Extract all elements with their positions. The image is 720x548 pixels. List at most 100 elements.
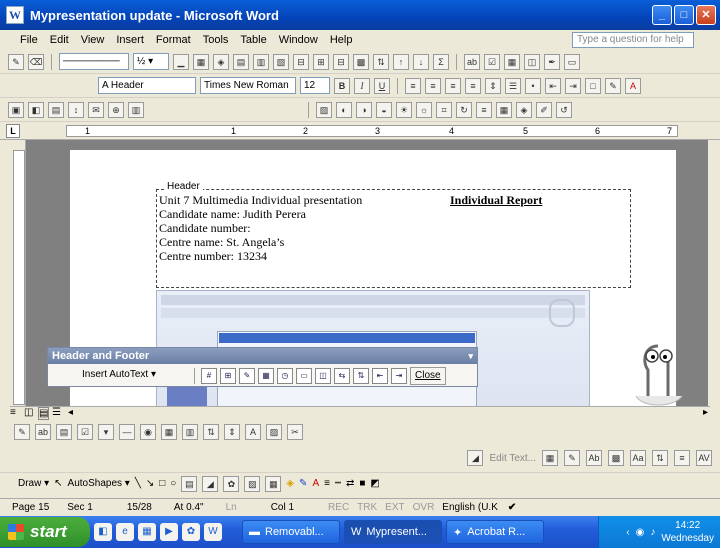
insert-page-number-icon[interactable]: # xyxy=(201,368,217,384)
insert-time-icon[interactable]: ◷ xyxy=(277,368,293,384)
menu-file[interactable]: File xyxy=(20,34,38,46)
wordart-shape-icon[interactable]: Ab xyxy=(586,450,602,466)
shading-icon[interactable]: ◈ xyxy=(213,53,229,70)
minimize-button[interactable]: _ xyxy=(652,5,672,25)
office-assistant-clippy[interactable] xyxy=(628,338,688,408)
border-color-icon[interactable]: ▁ xyxy=(173,53,189,70)
help-question-input[interactable]: Type a question for help xyxy=(572,32,694,48)
align-left-icon[interactable]: ≡ xyxy=(405,77,421,94)
form-properties-icon[interactable]: ▤ xyxy=(56,424,72,440)
line-style-draw-icon[interactable]: ≡ xyxy=(324,478,330,489)
menu-window[interactable]: Window xyxy=(279,34,318,46)
decrease-indent-icon[interactable]: ⇤ xyxy=(545,77,561,94)
list-box-icon[interactable]: ▦ xyxy=(161,424,177,440)
quicklaunch-ie-icon[interactable]: e xyxy=(116,523,134,541)
document-map-icon[interactable]: ◧ xyxy=(28,101,44,118)
task-removable-disk[interactable]: ▬ Removabl... xyxy=(242,520,340,544)
review-icon[interactable]: ▤ xyxy=(48,101,64,118)
image-icon[interactable]: ▨ xyxy=(266,424,282,440)
outside-border-icon[interactable]: □ xyxy=(585,77,601,94)
fill-color-icon[interactable]: ◈ xyxy=(286,478,294,489)
color-icon[interactable]: ◐ xyxy=(336,101,352,118)
style-select[interactable]: A Header xyxy=(98,77,196,94)
same-letter-heights-icon[interactable]: Aa xyxy=(630,450,646,466)
spelling-status-icon[interactable]: ✔ xyxy=(498,502,516,513)
font-color-icon[interactable]: A xyxy=(625,77,641,94)
status-rec[interactable]: REC xyxy=(294,502,349,513)
underline-button[interactable]: U xyxy=(374,77,390,94)
arrow-style-icon[interactable]: ⇄ xyxy=(346,478,354,489)
font-select[interactable]: Times New Roman xyxy=(200,77,296,94)
distribute-rows-icon[interactable]: ⊞ xyxy=(313,53,329,70)
format-wordart-icon[interactable]: ✎ xyxy=(564,450,580,466)
more-controls-icon[interactable]: ✂ xyxy=(287,424,303,440)
mail-merge-icon[interactable]: ✉ xyxy=(88,101,104,118)
set-transparent-icon[interactable]: ✐ xyxy=(536,101,552,118)
insert-date-icon[interactable]: ▦ xyxy=(258,368,274,384)
scroll-left-icon[interactable]: ◂ xyxy=(68,407,73,418)
3d-icon[interactable]: ◩ xyxy=(370,478,379,489)
edit-text-button[interactable]: Edit Text... xyxy=(489,453,536,464)
character-spacing-icon[interactable]: AV xyxy=(696,450,712,466)
highlight-icon[interactable]: ✎ xyxy=(605,77,621,94)
bold-button[interactable]: B xyxy=(334,77,350,94)
justify-icon[interactable]: ≡ xyxy=(465,77,481,94)
database-icon[interactable]: ▥ xyxy=(128,101,144,118)
arrow-icon[interactable]: ↘ xyxy=(146,478,154,489)
close-header-footer-button[interactable]: Close xyxy=(410,367,446,385)
task-acrobat-reader[interactable]: ✦ Acrobat R... xyxy=(446,520,544,544)
line-spacing-icon[interactable]: ⇕ xyxy=(485,77,501,94)
menu-edit[interactable]: Edit xyxy=(50,34,69,46)
more-contrast-icon[interactable]: ◑ xyxy=(356,101,372,118)
switch-header-footer-icon[interactable]: ⇅ xyxy=(353,368,369,384)
sort-descending-icon[interactable]: ↓ xyxy=(413,53,429,70)
format-picture-icon[interactable]: ◈ xyxy=(516,101,532,118)
header-footer-title[interactable]: Header and Footer ▾ xyxy=(48,348,477,364)
alignment-icon[interactable]: ≡ xyxy=(674,450,690,466)
vertical-text-icon[interactable]: ⇅ xyxy=(652,450,668,466)
text-wrapping-icon[interactable]: ▦ xyxy=(496,101,512,118)
menu-tools[interactable]: Tools xyxy=(203,34,229,46)
menu-format[interactable]: Format xyxy=(156,34,191,46)
increase-indent-icon[interactable]: ⇥ xyxy=(565,77,581,94)
drop-down-form-icon[interactable]: ▾ xyxy=(98,424,114,440)
checkbox-form-icon[interactable]: ☑ xyxy=(77,424,93,440)
menu-view[interactable]: View xyxy=(81,34,105,46)
tray-volume-icon[interactable]: ♪ xyxy=(650,527,655,538)
page-setup-icon[interactable]: ▭ xyxy=(296,368,312,384)
distribute-columns-icon[interactable]: ⊟ xyxy=(333,53,349,70)
label-icon[interactable]: A xyxy=(245,424,261,440)
insert-picture-icon[interactable]: ▨ xyxy=(316,101,332,118)
tray-network-icon[interactable]: ◉ xyxy=(636,527,645,538)
show-next-icon[interactable]: ⇥ xyxy=(391,368,407,384)
format-page-number-icon[interactable]: ✎ xyxy=(239,368,255,384)
text-box-icon[interactable]: ▥ xyxy=(182,424,198,440)
quicklaunch-media-icon[interactable]: ▶ xyxy=(160,523,178,541)
quicklaunch-explorer-icon[interactable]: ▦ xyxy=(138,523,156,541)
outline-view-icon[interactable]: ☰ xyxy=(52,407,61,418)
quicklaunch-desktop-icon[interactable]: ◧ xyxy=(94,523,112,541)
rectangle-icon[interactable]: □ xyxy=(159,478,165,489)
numbering-icon[interactable]: ☰ xyxy=(505,77,521,94)
insert-wordart-icon[interactable]: ◢ xyxy=(467,450,484,466)
same-as-previous-icon[interactable]: ⇆ xyxy=(334,368,350,384)
status-ext[interactable]: EXT xyxy=(377,502,404,513)
insert-number-of-pages-icon[interactable]: ⊞ xyxy=(220,368,236,384)
italic-button[interactable]: I xyxy=(354,77,370,94)
oval-icon[interactable]: ○ xyxy=(170,478,176,489)
status-trk[interactable]: TRK xyxy=(349,502,377,513)
print-layout-view-icon[interactable]: ▤ xyxy=(38,407,50,420)
font-size-select[interactable]: 12 xyxy=(300,77,330,94)
form-frame-icon[interactable]: ◫ xyxy=(524,53,540,70)
draw-pen-icon[interactable]: ✒ xyxy=(544,53,560,70)
clip-art-icon[interactable]: ▨ xyxy=(244,475,261,492)
picture-icon[interactable]: ▦ xyxy=(265,475,282,492)
start-button[interactable]: start xyxy=(0,517,90,547)
line-form-icon[interactable]: — xyxy=(119,424,135,440)
reset-picture-icon[interactable]: ↺ xyxy=(556,101,572,118)
normal-view-icon[interactable]: ≡ xyxy=(10,407,16,418)
maximize-button[interactable]: □ xyxy=(674,5,694,25)
insert-table-icon[interactable]: ▤ xyxy=(233,53,249,70)
quicklaunch-word-icon[interactable]: W xyxy=(204,523,222,541)
dash-style-icon[interactable]: ┅ xyxy=(335,478,341,489)
